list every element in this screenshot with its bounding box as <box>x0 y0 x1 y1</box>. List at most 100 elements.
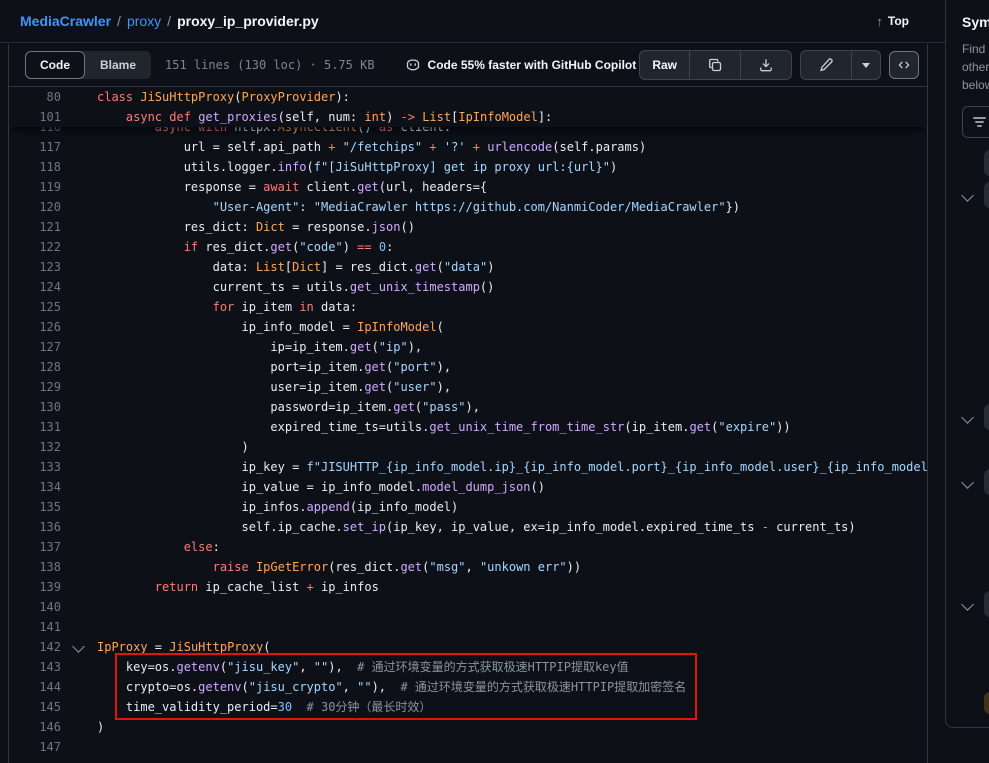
fold-chevron-icon[interactable] <box>72 640 85 653</box>
breadcrumb-repo-link[interactable]: MediaCrawler <box>20 13 111 29</box>
code-line: 80class JiSuHttpProxy(ProxyProvider): <box>9 87 927 107</box>
file-view-card: Code Blame 151 lines (130 loc) · 5.75 KB… <box>8 44 928 763</box>
symbols-panel-toggle-button[interactable] <box>889 51 919 79</box>
chevron-down-icon[interactable] <box>961 411 974 424</box>
symbol-pill[interactable] <box>984 150 989 176</box>
code-lines: 116 async with httpx.AsyncClient() as cl… <box>9 117 927 757</box>
pencil-icon <box>818 57 834 73</box>
line-number[interactable]: 135 <box>9 497 61 517</box>
line-number[interactable]: 143 <box>9 657 61 677</box>
fold-gutter <box>61 257 97 277</box>
line-number[interactable]: 122 <box>9 237 61 257</box>
code-line: 126 ip_info_model = IpInfoModel( <box>9 317 927 337</box>
raw-button[interactable]: Raw <box>640 51 689 79</box>
copilot-banner[interactable]: Code 55% faster with GitHub Copilot <box>405 57 637 73</box>
line-number[interactable]: 141 <box>9 617 61 637</box>
sticky-context-lines: 80class JiSuHttpProxy(ProxyProvider):101… <box>9 87 927 127</box>
line-number[interactable]: 124 <box>9 277 61 297</box>
copilot-banner-text: Code 55% faster with GitHub Copilot <box>428 58 637 72</box>
line-number[interactable]: 123 <box>9 257 61 277</box>
download-raw-button[interactable] <box>740 51 791 79</box>
line-number[interactable]: 126 <box>9 317 61 337</box>
chevron-down-icon[interactable] <box>961 476 974 489</box>
line-number[interactable]: 129 <box>9 377 61 397</box>
code-line: 138 raise IpGetError(res_dict.get("msg",… <box>9 557 927 577</box>
chevron-down-icon <box>862 63 870 68</box>
fold-gutter <box>61 537 97 557</box>
code-text: port=ip_item.get("port"), <box>97 357 451 377</box>
code-text: return ip_cache_list + ip_infos <box>97 577 379 597</box>
fold-gutter <box>61 87 97 107</box>
tab-blame[interactable]: Blame <box>85 51 151 79</box>
symbol-pill[interactable] <box>984 469 989 495</box>
line-number[interactable]: 120 <box>9 197 61 217</box>
line-number[interactable]: 146 <box>9 717 61 737</box>
line-number[interactable]: 132 <box>9 437 61 457</box>
code-text: ip_key = f"JISUHTTP_{ip_info_model.ip}_{… <box>97 457 927 477</box>
fold-gutter <box>61 417 97 437</box>
code-text: user=ip_item.get("user"), <box>97 377 451 397</box>
line-number[interactable]: 136 <box>9 517 61 537</box>
code-line: 131 expired_time_ts=utils.get_unix_time_… <box>9 417 927 437</box>
code-line: 117 url = self.api_path + "/fetchips" + … <box>9 137 927 157</box>
line-number[interactable]: 138 <box>9 557 61 577</box>
up-arrow-icon: ↑ <box>876 14 883 29</box>
line-number[interactable]: 134 <box>9 477 61 497</box>
code-text: current_ts = utils.get_unix_timestamp() <box>97 277 494 297</box>
chevron-down-icon[interactable] <box>961 598 974 611</box>
line-number[interactable]: 144 <box>9 677 61 697</box>
code-text: res_dict: Dict = response.json() <box>97 217 415 237</box>
line-number[interactable]: 119 <box>9 177 61 197</box>
symbol-pill[interactable] <box>984 182 989 208</box>
breadcrumb-separator: / <box>167 13 171 29</box>
code-text: ip=ip_item.get("ip"), <box>97 337 422 357</box>
symbols-panel: Symbols Find definitions and references … <box>945 0 989 728</box>
copy-icon <box>707 57 723 73</box>
line-number[interactable]: 145 <box>9 697 61 717</box>
code-text: async def get_proxies(self, num: int) ->… <box>97 107 552 127</box>
breadcrumb-folder-link[interactable]: proxy <box>127 13 161 29</box>
code-line: 119 response = await client.get(url, hea… <box>9 177 927 197</box>
code-line: 130 password=ip_item.get("pass"), <box>9 397 927 417</box>
line-number[interactable]: 128 <box>9 357 61 377</box>
edit-dropdown-button[interactable] <box>851 51 880 79</box>
line-number[interactable]: 121 <box>9 217 61 237</box>
fold-gutter <box>61 107 97 127</box>
symbols-filter-input[interactable] <box>962 106 989 138</box>
line-number[interactable]: 137 <box>9 537 61 557</box>
symbol-pill[interactable] <box>984 591 989 617</box>
back-to-top-link[interactable]: ↑ Top <box>876 14 909 29</box>
fold-gutter <box>61 397 97 417</box>
line-number[interactable]: 139 <box>9 577 61 597</box>
code-line: 136 self.ip_cache.set_ip(ip_key, ip_valu… <box>9 517 927 537</box>
symbol-pill[interactable] <box>984 692 989 714</box>
line-number[interactable]: 125 <box>9 297 61 317</box>
code-line: 122 if res_dict.get("code") == 0: <box>9 237 927 257</box>
code-text: password=ip_item.get("pass"), <box>97 397 480 417</box>
annotation-highlight-box <box>115 653 697 720</box>
line-number[interactable]: 147 <box>9 737 61 757</box>
line-number[interactable]: 130 <box>9 397 61 417</box>
fold-gutter <box>61 577 97 597</box>
fold-gutter <box>61 237 97 257</box>
line-number[interactable]: 101 <box>9 107 61 127</box>
chevron-down-icon[interactable] <box>961 189 974 202</box>
line-number[interactable]: 127 <box>9 337 61 357</box>
raw-actions-group: Raw <box>639 50 792 80</box>
line-number[interactable]: 117 <box>9 137 61 157</box>
toolbar-actions: Raw <box>639 50 919 80</box>
line-number[interactable]: 118 <box>9 157 61 177</box>
tab-code[interactable]: Code <box>25 51 85 79</box>
copy-raw-button[interactable] <box>689 51 740 79</box>
line-number[interactable]: 133 <box>9 457 61 477</box>
line-number[interactable]: 142 <box>9 637 61 657</box>
code-line: 128 port=ip_item.get("port"), <box>9 357 927 377</box>
code-text: ip_info_model = IpInfoModel( <box>97 317 444 337</box>
line-number[interactable]: 140 <box>9 597 61 617</box>
line-number[interactable]: 131 <box>9 417 61 437</box>
code-text: raise IpGetError(res_dict.get("msg", "un… <box>97 557 581 577</box>
edit-file-button[interactable] <box>801 51 851 79</box>
symbol-pill[interactable] <box>984 404 989 430</box>
fold-gutter <box>61 677 97 697</box>
line-number[interactable]: 80 <box>9 87 61 107</box>
